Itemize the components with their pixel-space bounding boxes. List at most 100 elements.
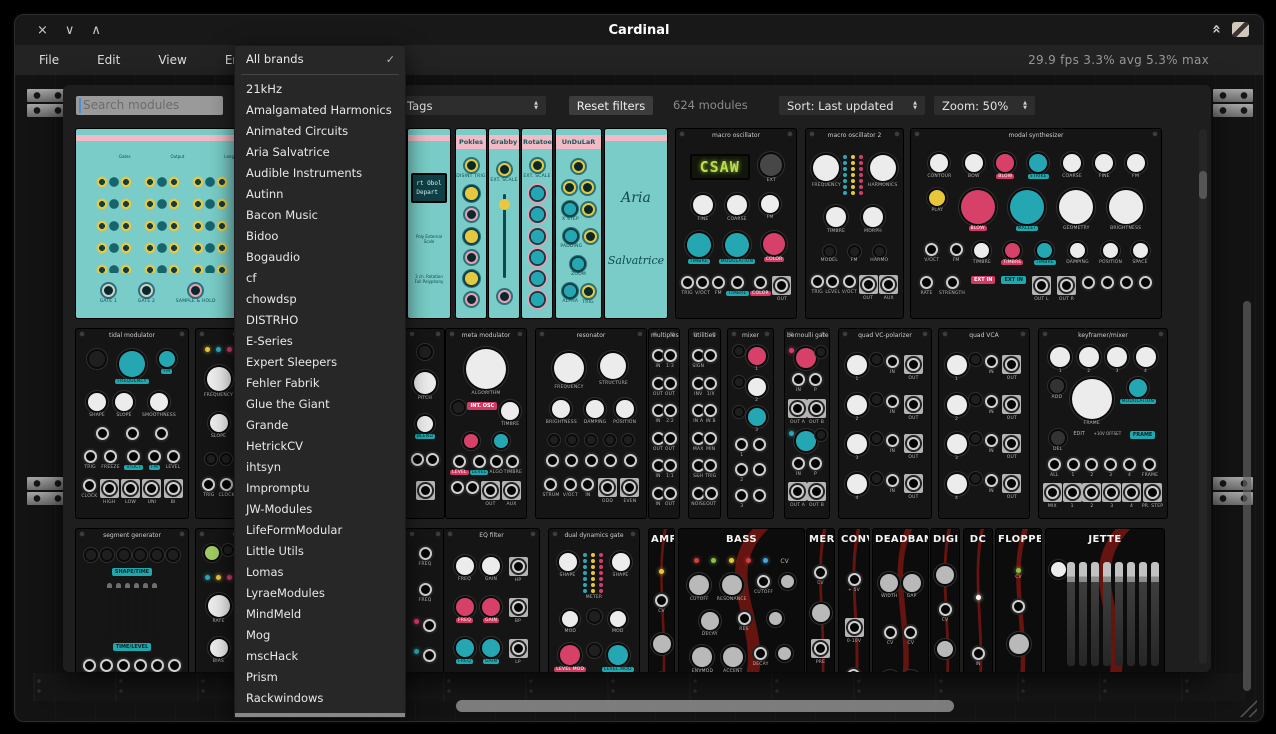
- module-card-amp[interactable]: AMPCVIN: [649, 529, 674, 672]
- brand-option-hetrickcv[interactable]: HetrickCV: [235, 436, 405, 457]
- brand-option-mschack[interactable]: mscHack: [235, 646, 405, 667]
- brand-option-aria-salvatrice[interactable]: Aria Salvatrice: [235, 142, 405, 163]
- brand-option-21khz[interactable]: 21kHz: [235, 79, 405, 100]
- module-card-macro-oscillator[interactable]: macro oscillatorCSAWEXTFINECOARSEFMTIMBR…: [676, 129, 796, 318]
- brand-option-mindmeld[interactable]: MindMeld: [235, 604, 405, 625]
- control-label: MIN: [706, 447, 715, 452]
- brand-option-all-brands[interactable]: All brands ✓: [235, 49, 405, 70]
- menu-scroll-indicator[interactable]: [235, 713, 405, 717]
- module-card-tidal-modulator[interactable]: tidal modulatorFREQUENCYFMSHAPESLOPESMOO…: [76, 329, 188, 518]
- brand-option-bogaudio[interactable]: Bogaudio: [235, 247, 405, 268]
- collapse-all-icon[interactable]: «: [1208, 24, 1226, 34]
- module-card-deadband[interactable]: DEADBANDWIDTHGAPCVCV: [873, 529, 928, 672]
- brand-option-lyraemodules[interactable]: LyraeModules: [235, 583, 405, 604]
- jack: [692, 404, 705, 417]
- brand-option-rackwindows[interactable]: Rackwindows: [235, 688, 405, 709]
- tags-select[interactable]: Tags ▲▼: [399, 96, 546, 115]
- brand-option-lifeformmodular[interactable]: LifeFormModular: [235, 520, 405, 541]
- module-card[interactable]: AriaSalvatrice: [605, 129, 667, 318]
- module-card[interactable]: rt Obol DepartPoly External Scale3 ch. R…: [408, 129, 450, 318]
- menu-edit[interactable]: Edit: [97, 53, 120, 67]
- jack: [1146, 486, 1159, 499]
- module-card-multiples[interactable]: multiplesIN1:3OUTOUTIN2:2OUTOUTIN1:1INOU…: [649, 329, 679, 518]
- module-card-eq-filter[interactable]: EQ filterFREQGAINHPFREQGAINBPFREQGAINLP: [444, 529, 539, 672]
- brand-option-bidoo[interactable]: Bidoo: [235, 226, 405, 247]
- menu-view[interactable]: View: [158, 53, 186, 67]
- module-card[interactable]: PITCHBLEND: [406, 329, 444, 518]
- brand-option-little-utils[interactable]: Little Utils: [235, 541, 405, 562]
- led-indicator: [976, 595, 981, 600]
- control-cell: V/OCT: [695, 276, 710, 296]
- module-card-rotatoes[interactable]: RotatoesExt. Scale: [522, 129, 552, 318]
- rack-vertical-scrollbar[interactable]: [1243, 301, 1251, 691]
- module-controls-row: MODMOD: [552, 611, 636, 634]
- brand-option-chowdsp[interactable]: chowdsp: [235, 289, 405, 310]
- module-card-utilities[interactable]: utilitiesSIGNINV1/XIN AIN BMAXMINS&HTRIG…: [689, 329, 720, 518]
- brand-option-amalgamated-harmonics[interactable]: Amalgamated Harmonics: [235, 100, 405, 121]
- module-card-digi[interactable]: DIGICVANALOG: [931, 529, 959, 672]
- reset-filters-button[interactable]: Reset filters: [569, 96, 653, 115]
- brand-option-ihtsyn[interactable]: ihtsyn: [235, 457, 405, 478]
- module-card-pokles[interactable]: PoklesDisint Trig: [456, 129, 486, 318]
- brand-option-expert-sleepers[interactable]: Expert Sleepers: [235, 352, 405, 373]
- module-card-keyframer-mixer[interactable]: keyframer/mixer1234ADDFRAMEMODULATIONDEL…: [1039, 329, 1167, 518]
- control-label: 1: [1072, 473, 1075, 478]
- control-cell: [465, 208, 478, 221]
- jack: [145, 482, 158, 495]
- browser-scrollbar[interactable]: [1199, 129, 1207, 664]
- rack-horizontal-scrollbar[interactable]: [456, 700, 954, 712]
- brand-option-lomas[interactable]: Lomas: [235, 562, 405, 583]
- control-cell: [581, 181, 594, 194]
- brand-option-glue-the-giant[interactable]: Glue the Giant: [235, 394, 405, 415]
- module-card-resonator[interactable]: resonatorFREQUENCYSTRUCTUREBRIGHTNESSDAM…: [536, 329, 646, 518]
- control-label: FINE: [1099, 174, 1110, 179]
- control-cell: OUT: [652, 377, 664, 397]
- module-card-quad-vc-polarizer[interactable]: quad VC-polarizer1INOUT2INOUT3INOUT4INOU…: [839, 329, 931, 518]
- brand-option-e-series[interactable]: E-Series: [235, 331, 405, 352]
- control-label: WIDTH: [881, 594, 897, 599]
- control-cell: COARSE: [727, 195, 747, 222]
- brand-option-impromptu[interactable]: Impromptu: [235, 478, 405, 499]
- module-card-mixer[interactable]: mixer123123: [728, 329, 773, 518]
- brand-option-grande[interactable]: Grande: [235, 415, 405, 436]
- module-card-meta-modulator[interactable]: meta modulatorALGORITHMINT. OSCTIMBRELEV…: [446, 329, 526, 518]
- module-card-bass[interactable]: BASSCVCUTOFFRESONANCECUTOFFDECAYRESENVMO…: [679, 529, 804, 672]
- menu-file[interactable]: File: [39, 53, 59, 67]
- module-card-jette[interactable]: JETTEV/OCT: [1046, 529, 1164, 672]
- module-card-grabby[interactable]: GrabbyExt. Scale: [489, 129, 519, 318]
- module-card-dual-dynamics-gate[interactable]: dual dynamics gateSHAPEMETERSHAPEMODMODL…: [549, 529, 639, 672]
- module-card-mera[interactable]: MERACVPRE: [807, 529, 834, 672]
- app-icon[interactable]: [1232, 22, 1249, 37]
- module-card-conv[interactable]: CONV+ 5V0-10V0-10V: [839, 529, 869, 672]
- control-cell: LEVEL: [450, 455, 469, 475]
- brand-option-bacon-music[interactable]: Bacon Music: [235, 205, 405, 226]
- brand-option-cf[interactable]: cf: [235, 268, 405, 289]
- module-card-flopper[interactable]: FLOPPERCVININ: [996, 529, 1041, 672]
- jack-pad: [1032, 276, 1051, 295]
- module-card-undular[interactable]: UnDuLaRX StepPaddingZoomAlphaTrig: [556, 129, 601, 318]
- brand-option-prism[interactable]: Prism: [235, 667, 405, 688]
- brand-option-animated-circuits[interactable]: Animated Circuits: [235, 121, 405, 142]
- jack: [1139, 276, 1152, 289]
- control-label: 1: [755, 367, 758, 372]
- module-card-quad-vca[interactable]: quad VCA1INOUT2INOUT3INOUT4INOUT: [939, 329, 1029, 518]
- module-card[interactable]: FREQFREQFREQ: [406, 529, 444, 672]
- jack: [904, 626, 917, 639]
- brand-option-distrho[interactable]: DISTRHO: [235, 310, 405, 331]
- module-card-segment-generator[interactable]: segment generatorSHAPE/TIMETIME/LEVELGAT…: [76, 529, 188, 672]
- brand-option-fehler-fabrik[interactable]: Fehler Fabrik: [235, 373, 405, 394]
- browser-scrollbar-thumb[interactable]: [1199, 171, 1207, 199]
- sort-select[interactable]: Sort: Last updated ▲▼: [779, 96, 925, 115]
- module-card-macro-oscillator-2[interactable]: macro oscillator 2FREQUENCYHARMONICSTIMB…: [806, 129, 903, 318]
- control-cell: Alpha: [562, 285, 578, 304]
- brand-option-mog[interactable]: Mog: [235, 625, 405, 646]
- search-input[interactable]: Search modules: [76, 96, 223, 115]
- brand-option-jw-modules[interactable]: JW-Modules: [235, 499, 405, 520]
- brand-option-audible-instruments[interactable]: Audible Instruments: [235, 163, 405, 184]
- knob: [210, 639, 228, 657]
- zoom-select[interactable]: Zoom: 50% ▲▼: [934, 96, 1035, 115]
- brand-option-autinn[interactable]: Autinn: [235, 184, 405, 205]
- module-card-dc[interactable]: DCIN: [964, 529, 992, 672]
- module-card-modal-synthesizer[interactable]: modal synthesizerCONTOURBOWBLOWSTRIKECOA…: [911, 129, 1161, 318]
- module-card-bernoulli-gate[interactable]: bernoulli gateINPOUT AOUT BINPOUT AOUT B: [785, 329, 829, 518]
